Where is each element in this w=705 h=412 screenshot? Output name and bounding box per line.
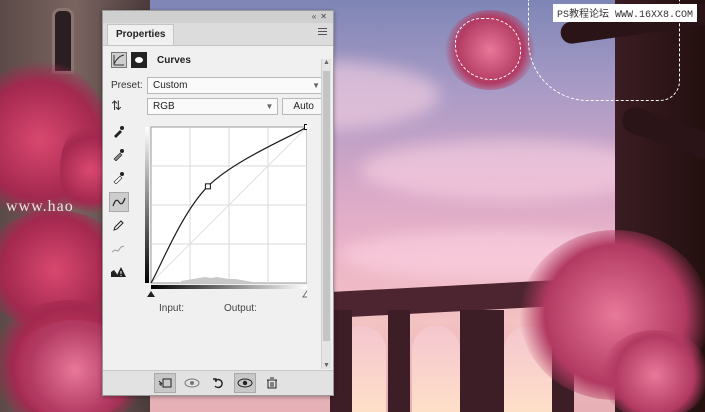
curves-adjustment-icon[interactable] <box>111 52 127 68</box>
adjustment-header: Curves <box>103 46 333 74</box>
view-previous-state-icon[interactable] <box>182 374 202 392</box>
white-point-slider <box>302 290 312 298</box>
curve-tools <box>109 123 129 286</box>
channel-row: ⇅ RGB ▼ Auto <box>103 96 333 116</box>
eyedropper-white-icon[interactable] <box>109 169 127 187</box>
layer-mask-icon[interactable] <box>131 52 147 68</box>
input-label: Input: <box>159 303 185 314</box>
target-adjust-icon[interactable]: ⇅ <box>111 98 143 114</box>
close-panel-icon[interactable]: ✕ <box>320 11 327 23</box>
reset-icon[interactable] <box>208 374 228 392</box>
adjustment-title: Curves <box>157 54 191 66</box>
pencil-icon[interactable] <box>109 217 127 235</box>
auto-button[interactable]: Auto <box>282 97 325 115</box>
clipping-warning-icon[interactable] <box>109 263 127 281</box>
input-gradient-bar <box>151 285 307 289</box>
tab-properties[interactable]: Properties <box>107 24 175 45</box>
preset-select[interactable]: Custom ▼ <box>147 76 325 94</box>
panel-menu-icon[interactable] <box>318 28 327 37</box>
channel-select[interactable]: RGB ▼ <box>147 97 279 115</box>
trash-icon[interactable] <box>262 374 282 392</box>
panel-tab-bar: Properties <box>103 23 333 46</box>
black-point-slider <box>147 291 155 297</box>
preset-value: Custom <box>153 79 188 91</box>
properties-panel: « ✕ Properties Curves Preset: Custom ▼ ⇅… <box>102 10 334 396</box>
curves-graph[interactable] <box>143 123 312 299</box>
collapse-panel-icon[interactable]: « <box>312 11 316 23</box>
smooth-curve-icon[interactable] <box>109 240 127 258</box>
clip-to-layer-icon[interactable] <box>154 373 176 393</box>
channel-value: RGB <box>153 100 175 112</box>
scroll-down-arrow-icon[interactable]: ▼ <box>322 362 331 369</box>
curve-points-icon[interactable] <box>109 192 129 212</box>
input-output-row: Input: Output: <box>159 303 257 314</box>
eyedropper-black-icon[interactable] <box>109 123 127 141</box>
preset-row: Preset: Custom ▼ <box>103 74 333 96</box>
eyedropper-gray-icon[interactable] <box>109 146 127 164</box>
curve-control-point <box>204 183 211 190</box>
panel-scrollbar[interactable]: ▲ ▼ <box>321 59 331 369</box>
watermark-label: PS教程论坛 WWW.16XX8.COM <box>552 4 697 22</box>
blossom-cluster <box>600 330 705 412</box>
chevron-down-icon: ▼ <box>265 101 274 111</box>
scroll-up-arrow-icon[interactable]: ▲ <box>322 59 331 66</box>
panel-bottom-bar <box>103 370 333 395</box>
visibility-eye-icon[interactable] <box>234 373 256 393</box>
output-gradient-bar <box>145 127 149 283</box>
curve-control-point <box>304 124 310 130</box>
output-label: Output: <box>224 303 257 314</box>
panel-title-strip: « ✕ <box>103 11 333 23</box>
watermark-text: www.hao <box>6 198 74 215</box>
scrollbar-thumb[interactable] <box>323 71 330 341</box>
chevron-down-icon: ▼ <box>312 80 320 90</box>
preset-label: Preset: <box>111 79 143 91</box>
